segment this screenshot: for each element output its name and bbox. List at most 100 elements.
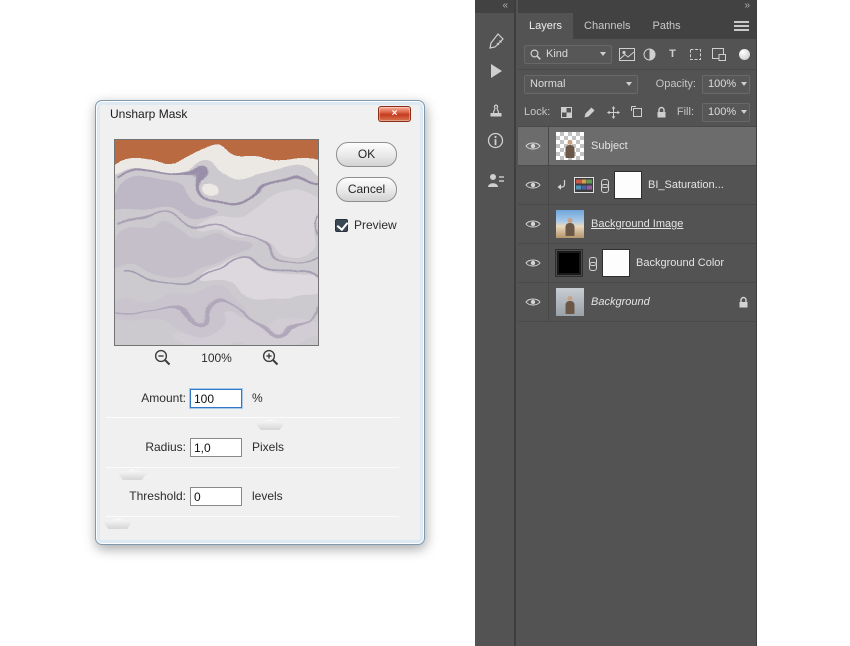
panel-collapse-bar[interactable]: »	[518, 0, 756, 13]
amount-unit: %	[252, 391, 263, 405]
chevron-down-icon	[626, 82, 632, 86]
layer-row-background[interactable]: Background	[518, 283, 756, 322]
visibility-toggle[interactable]	[518, 127, 549, 165]
layer-name[interactable]: Background Color	[636, 257, 724, 269]
thumbnail-figure	[566, 301, 575, 314]
lock-all-icon[interactable]	[653, 104, 669, 121]
tab-channels[interactable]: Channels	[573, 13, 641, 39]
collapsed-panel-strip: «	[475, 0, 516, 646]
lock-position-icon[interactable]	[606, 104, 622, 121]
layer-name[interactable]: Background Image	[591, 218, 683, 230]
layer-row-subject[interactable]: Subject	[518, 127, 756, 166]
tab-layers[interactable]: Layers	[518, 13, 573, 39]
layer-mask-thumbnail[interactable]	[615, 172, 641, 198]
visibility-toggle[interactable]	[518, 205, 549, 243]
ok-button[interactable]: OK	[336, 142, 397, 167]
threshold-slider-track[interactable]	[106, 516, 399, 517]
zoom-in-icon[interactable]	[262, 349, 279, 366]
link-mask-icon[interactable]	[589, 257, 596, 270]
layer-thumbnail[interactable]	[556, 210, 584, 238]
threshold-slider-thumb[interactable]	[104, 518, 132, 529]
smart-object-filter-icon[interactable]	[710, 46, 727, 63]
filter-toggle-icon[interactable]	[739, 49, 750, 60]
layer-thumbnail[interactable]	[556, 132, 584, 160]
layer-row-bi-saturation[interactable]: BI_Saturation...	[518, 166, 756, 205]
actions-panel-icon[interactable]	[475, 59, 516, 83]
preview-artwork	[115, 140, 319, 346]
brush-settings-panel-icon[interactable]	[475, 29, 516, 53]
eye-icon	[525, 180, 541, 190]
layer-name[interactable]: Background	[591, 296, 650, 308]
preview-checkbox[interactable]	[335, 219, 348, 232]
blend-mode-value: Normal	[530, 78, 565, 90]
adjustment-layer-thumbnail[interactable]	[574, 177, 594, 193]
opacity-value: 100%	[708, 78, 736, 90]
radius-label: Radius:	[102, 440, 186, 454]
dock-collapse-bar[interactable]: «	[475, 0, 514, 13]
fill-layer-thumbnail[interactable]	[556, 250, 582, 276]
adjustment-layers-filter-icon[interactable]	[641, 46, 658, 63]
chevron-down-icon	[600, 52, 606, 56]
zoom-controls: 100%	[114, 349, 319, 366]
blend-mode-dropdown[interactable]: Normal	[524, 75, 638, 94]
threshold-unit: levels	[252, 489, 283, 503]
visibility-toggle[interactable]	[518, 166, 549, 204]
visibility-toggle[interactable]	[518, 283, 549, 321]
layer-mask-thumbnail[interactable]	[603, 250, 629, 276]
radius-slider-track[interactable]	[106, 467, 399, 468]
layers-panel: » Layers Channels Paths Kind T	[518, 0, 757, 646]
radius-slider-thumb[interactable]	[118, 469, 146, 480]
eye-icon	[525, 258, 541, 268]
type-layers-filter-icon[interactable]: T	[664, 46, 681, 63]
collapse-left-icon[interactable]: «	[502, 0, 508, 11]
chevron-down-icon	[741, 110, 747, 114]
threshold-input[interactable]	[190, 487, 242, 506]
radius-slider[interactable]	[106, 463, 399, 481]
zoom-out-icon[interactable]	[154, 349, 171, 366]
tab-paths[interactable]: Paths	[642, 13, 692, 39]
panel-tabbar: Layers Channels Paths	[518, 13, 756, 39]
preview-checkbox-label: Preview	[354, 218, 397, 232]
amount-input[interactable]	[190, 389, 242, 408]
kind-filter-dropdown[interactable]: Kind	[524, 45, 612, 64]
pixel-layers-filter-icon[interactable]	[618, 46, 635, 63]
fill-label: Fill:	[677, 106, 694, 118]
info-panel-icon[interactable]	[475, 128, 516, 152]
layer-filter-row: Kind T	[518, 39, 756, 70]
search-icon	[530, 49, 541, 60]
subject-figure	[566, 145, 575, 158]
blend-mode-row: Normal Opacity: 100%	[518, 70, 756, 98]
threshold-slider[interactable]	[106, 512, 399, 530]
amount-slider[interactable]	[106, 413, 399, 431]
lock-image-pixels-icon[interactable]	[582, 104, 598, 121]
zoom-level: 100%	[201, 351, 232, 365]
close-button[interactable]: ×	[378, 106, 411, 122]
link-mask-icon[interactable]	[601, 179, 608, 192]
layer-thumbnail[interactable]	[556, 288, 584, 316]
layer-name[interactable]: BI_Saturation...	[648, 179, 724, 191]
clone-source-panel-icon[interactable]	[475, 98, 516, 122]
panel-menu-icon[interactable]	[734, 21, 749, 31]
radius-input[interactable]	[190, 438, 242, 457]
layer-name[interactable]: Subject	[591, 140, 628, 152]
layer-lock-icon	[738, 296, 749, 309]
amount-slider-track[interactable]	[106, 417, 399, 418]
visibility-toggle[interactable]	[518, 244, 549, 282]
preview-image[interactable]	[114, 139, 319, 346]
character-panel-icon[interactable]	[475, 168, 516, 192]
cancel-button[interactable]: Cancel	[336, 177, 397, 202]
layer-row-background-color[interactable]: Background Color	[518, 244, 756, 283]
lock-artboard-icon[interactable]	[629, 104, 645, 121]
thumbnail-figure	[566, 223, 575, 236]
chevron-down-icon	[741, 82, 747, 86]
lock-label: Lock:	[524, 106, 550, 118]
dialog-title: Unsharp Mask	[110, 107, 187, 121]
collapse-right-icon[interactable]: »	[744, 0, 750, 11]
dialog-titlebar[interactable]: Unsharp Mask ×	[96, 101, 424, 127]
layer-row-background-image[interactable]: Background Image	[518, 205, 756, 244]
lock-transparency-icon[interactable]	[558, 104, 574, 121]
amount-slider-thumb[interactable]	[256, 419, 284, 430]
shape-layers-filter-icon[interactable]	[687, 46, 704, 63]
fill-dropdown[interactable]: 100%	[702, 103, 750, 122]
opacity-dropdown[interactable]: 100%	[702, 75, 750, 94]
